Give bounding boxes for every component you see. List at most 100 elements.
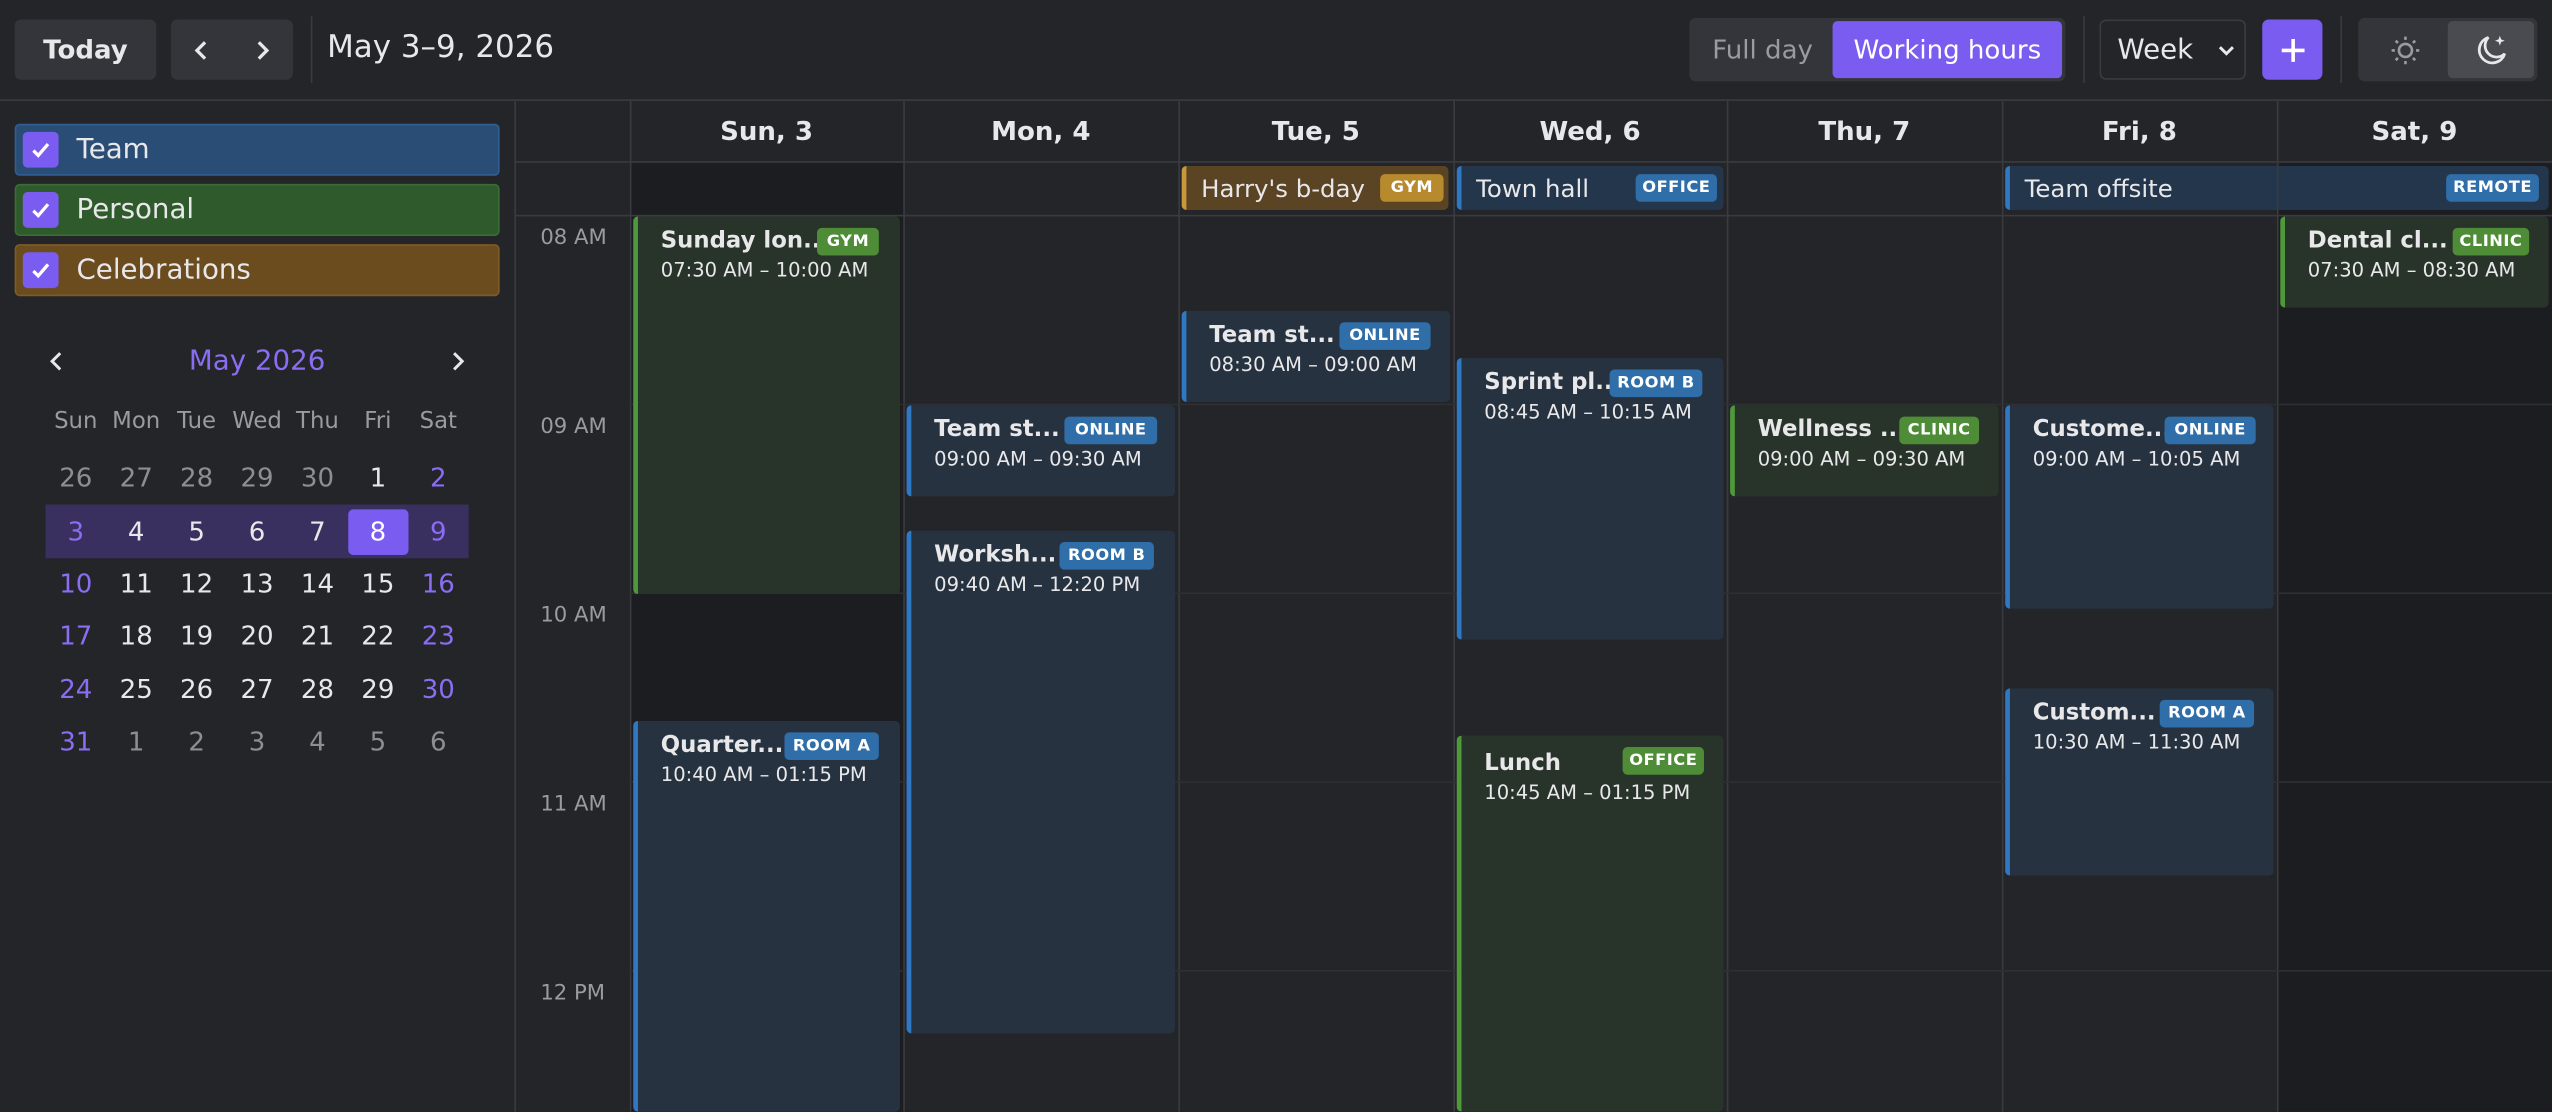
mini-calendar-day[interactable]: 4 — [106, 509, 166, 555]
calendar-label: Personal — [76, 193, 195, 227]
prev-week-button[interactable] — [172, 20, 232, 80]
event-card[interactable]: Team st... 08:30 AM – 09:00 AM ONLINE — [1181, 310, 1451, 402]
all-day-event[interactable]: Town hall OFFICE — [1456, 166, 1724, 210]
checkbox[interactable] — [22, 252, 59, 289]
weekday-label: Mon — [112, 408, 161, 435]
mini-calendar-day[interactable]: 17 — [46, 614, 106, 660]
day-header[interactable]: Wed, 6 — [1453, 101, 1726, 161]
chevron-down-icon — [2218, 45, 2234, 55]
mini-calendar-day[interactable]: 28 — [166, 456, 226, 502]
mini-calendar-day[interactable]: 3 — [46, 509, 106, 555]
mini-calendar-day[interactable]: 30 — [408, 667, 468, 713]
event-card[interactable]: Wellness ... 09:00 AM – 09:30 AM CLINIC — [1730, 405, 1999, 497]
view-select[interactable]: Week — [2099, 19, 2246, 80]
mini-calendar-day[interactable]: 6 — [227, 509, 287, 555]
mini-calendar-day[interactable]: 26 — [46, 456, 106, 502]
working-hours-option[interactable]: Working hours — [1832, 21, 2063, 79]
mini-calendar-day[interactable]: 1 — [348, 456, 408, 502]
mini-calendar-day[interactable]: 29 — [227, 456, 287, 502]
dark-theme-button[interactable] — [2447, 21, 2535, 79]
checkbox[interactable] — [22, 192, 59, 228]
full-day-option[interactable]: Full day — [1693, 21, 1833, 78]
mini-calendar-day[interactable]: 14 — [287, 561, 347, 607]
mini-calendar-day[interactable]: 27 — [227, 667, 287, 713]
chevron-right-icon[interactable] — [446, 350, 469, 373]
mini-calendar-day[interactable]: 12 — [166, 561, 226, 607]
event-card[interactable]: Sunday lon... 07:30 AM – 10:00 AM GYM — [633, 216, 901, 595]
mini-calendar-day[interactable]: 27 — [106, 456, 166, 502]
mini-calendar-day[interactable]: 24 — [46, 667, 106, 713]
mini-calendar-day[interactable]: 18 — [106, 614, 166, 660]
mini-calendar-day[interactable]: 16 — [408, 561, 468, 607]
event-card[interactable]: Worksh... 09:40 AM – 12:20 PM ROOM B — [906, 530, 1176, 1034]
chevron-left-icon[interactable] — [46, 350, 69, 373]
event-card[interactable]: Dental cl... 07:30 AM – 08:30 AM CLINIC — [2280, 216, 2549, 308]
mini-calendar-day[interactable]: 6 — [408, 720, 468, 766]
mini-calendar-day[interactable]: 25 — [106, 667, 166, 713]
day-header[interactable]: Sat, 9 — [2277, 101, 2552, 161]
mini-calendar-day[interactable]: 30 — [287, 456, 347, 502]
mini-calendar-day[interactable]: 9 — [408, 509, 468, 555]
event-tag: ONLINE — [1064, 416, 1158, 445]
check-icon — [32, 203, 50, 219]
column-line — [2276, 100, 2279, 1112]
mini-calendar-week-selected: 3 4 5 6 7 8 9 — [45, 505, 469, 558]
mini-calendar-day[interactable]: 15 — [348, 561, 408, 607]
mini-calendar-day[interactable]: 10 — [46, 561, 106, 607]
calendar-toggle-celebrations[interactable]: Celebrations — [14, 244, 500, 297]
checkbox[interactable] — [22, 131, 59, 168]
all-day-event[interactable]: Harry's b-day GYM — [1181, 166, 1449, 210]
event-time: 09:00 AM – 09:30 AM — [1757, 447, 1966, 471]
light-theme-button[interactable] — [2362, 21, 2448, 78]
column-line — [903, 100, 905, 1112]
mini-calendar-day[interactable]: 19 — [166, 614, 226, 660]
event-card[interactable]: Quarter... 10:40 AM – 01:15 PM ROOM A — [633, 720, 901, 1112]
mini-calendar-today[interactable]: 8 — [347, 508, 409, 555]
day-header[interactable]: Thu, 7 — [1727, 101, 2002, 161]
calendar-toggle-personal[interactable]: Personal — [14, 183, 500, 236]
today-button[interactable]: Today — [14, 19, 157, 80]
mini-calendar-day[interactable]: 4 — [287, 720, 347, 766]
mini-calendar-day[interactable]: 26 — [166, 667, 226, 713]
event-card[interactable]: Custome... 09:00 AM – 10:05 AM ONLINE — [2005, 405, 2274, 609]
mini-calendar-day[interactable]: 2 — [166, 720, 226, 766]
mini-calendar-day[interactable]: 3 — [227, 720, 287, 766]
mini-calendar-day[interactable]: 5 — [348, 720, 408, 766]
sidebar: Team Personal Celebrations May 2026 Sun … — [0, 100, 516, 1112]
event-card[interactable]: Lunch 10:45 AM – 01:15 PM OFFICE — [1456, 735, 1724, 1112]
mini-calendar-day[interactable]: 20 — [227, 614, 287, 660]
day-header[interactable]: Mon, 4 — [903, 101, 1178, 161]
mini-calendar-day[interactable]: 2 — [408, 456, 468, 502]
mini-calendar-week: 10 11 12 13 14 15 16 — [46, 558, 469, 611]
event-title: Harry's b-day — [1201, 173, 1365, 203]
divider — [2340, 16, 2342, 84]
chevron-right-icon — [257, 40, 270, 59]
event-card[interactable]: Custom... 10:30 AM – 11:30 AM ROOM A — [2005, 688, 2274, 876]
mini-calendar-day[interactable]: 23 — [408, 614, 468, 660]
mini-calendar-day[interactable]: 13 — [227, 561, 287, 607]
mini-calendar-day[interactable]: 31 — [46, 720, 106, 766]
next-week-button[interactable] — [232, 20, 292, 80]
event-time: 09:00 AM – 09:30 AM — [934, 447, 1142, 471]
event-card[interactable]: Sprint pl... 08:45 AM – 10:15 AM ROOM B — [1456, 358, 1724, 640]
mini-calendar-day[interactable]: 29 — [348, 667, 408, 713]
event-time: 10:40 AM – 01:15 PM — [660, 763, 867, 787]
day-header[interactable]: Tue, 5 — [1178, 101, 1453, 161]
mini-calendar-day[interactable]: 22 — [348, 614, 408, 660]
mini-calendar-day[interactable]: 5 — [166, 509, 226, 555]
plus-icon — [2280, 38, 2304, 62]
mini-calendar-day[interactable]: 21 — [287, 614, 347, 660]
mini-calendar-day[interactable]: 7 — [287, 509, 347, 555]
mini-calendar-day[interactable]: 11 — [106, 561, 166, 607]
mini-calendar-title[interactable]: May 2026 — [189, 345, 325, 378]
mini-calendar-day[interactable]: 28 — [287, 667, 347, 713]
divider — [2083, 16, 2085, 84]
day-header[interactable]: Sun, 3 — [630, 101, 903, 161]
mini-calendar-day[interactable]: 1 — [106, 720, 166, 766]
event-time: 09:40 AM – 12:20 PM — [934, 572, 1141, 596]
event-tag: OFFICE — [1635, 174, 1718, 202]
add-event-button[interactable] — [2262, 19, 2323, 80]
event-card[interactable]: Team st... 09:00 AM – 09:30 AM ONLINE — [906, 405, 1176, 497]
day-header[interactable]: Fri, 8 — [2002, 101, 2277, 161]
calendar-toggle-team[interactable]: Team — [14, 123, 500, 176]
